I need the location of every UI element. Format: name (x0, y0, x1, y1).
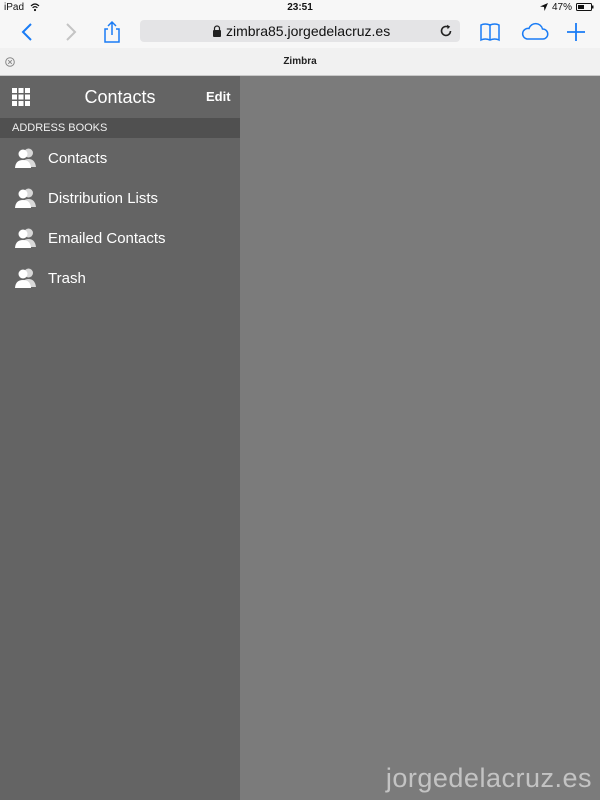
contacts-icon (15, 228, 36, 248)
reload-icon[interactable] (438, 23, 454, 39)
cloud-icon[interactable] (520, 20, 550, 44)
address-books-header: ADDRESS BOOKS (0, 118, 240, 138)
address-book-distribution-lists[interactable]: Distribution Lists (0, 178, 240, 218)
sidebar-header: Contacts Edit (0, 76, 240, 118)
new-tab-icon[interactable] (564, 20, 588, 44)
bookmarks-icon[interactable] (478, 20, 502, 44)
watermark: jorgedelacruz.es (385, 763, 592, 793)
share-icon[interactable] (100, 20, 124, 44)
address-book-emailed-contacts[interactable]: Emailed Contacts (0, 218, 240, 258)
back-icon[interactable] (16, 20, 40, 44)
screen: iPad 23:51 47% zimbra85.jorgedelacruz.es… (0, 0, 600, 800)
address-book-label: Distribution Lists (48, 190, 159, 207)
lock-icon (213, 25, 221, 37)
edit-button[interactable]: Edit (206, 89, 231, 104)
address-book-label: Contacts (48, 150, 108, 167)
address-book-label: Emailed Contacts (48, 230, 166, 247)
contacts-icon (15, 148, 36, 168)
address-bar[interactable]: zimbra85.jorgedelacruz.es (140, 20, 460, 42)
tab-title[interactable]: Zimbra (0, 56, 600, 67)
forward-icon[interactable] (58, 20, 82, 44)
location-icon (540, 3, 548, 11)
battery-icon (576, 3, 594, 11)
address-book-label: Trash (48, 270, 86, 287)
tab-bar: Zimbra (0, 48, 600, 76)
status-bar: iPad 23:51 47% (0, 0, 600, 16)
sidebar: Contacts Edit ADDRESS BOOKS Contacts Dis… (0, 76, 240, 800)
status-time: 23:51 (287, 2, 313, 13)
main-pane: jorgedelacruz.es (240, 76, 600, 800)
address-book-list: Contacts Distribution Lists Emailed Cont… (0, 138, 240, 298)
address-book-trash[interactable]: Trash (0, 258, 240, 298)
browser-toolbar: zimbra85.jorgedelacruz.es (0, 16, 600, 48)
contacts-icon (15, 268, 36, 288)
section-header-label: ADDRESS BOOKS (12, 122, 108, 134)
battery-percentage: 47% (552, 2, 573, 13)
address-book-contacts[interactable]: Contacts (0, 138, 240, 178)
sidebar-title: Contacts (84, 87, 156, 107)
contacts-icon (15, 188, 36, 208)
url-text: zimbra85.jorgedelacruz.es (226, 23, 391, 39)
